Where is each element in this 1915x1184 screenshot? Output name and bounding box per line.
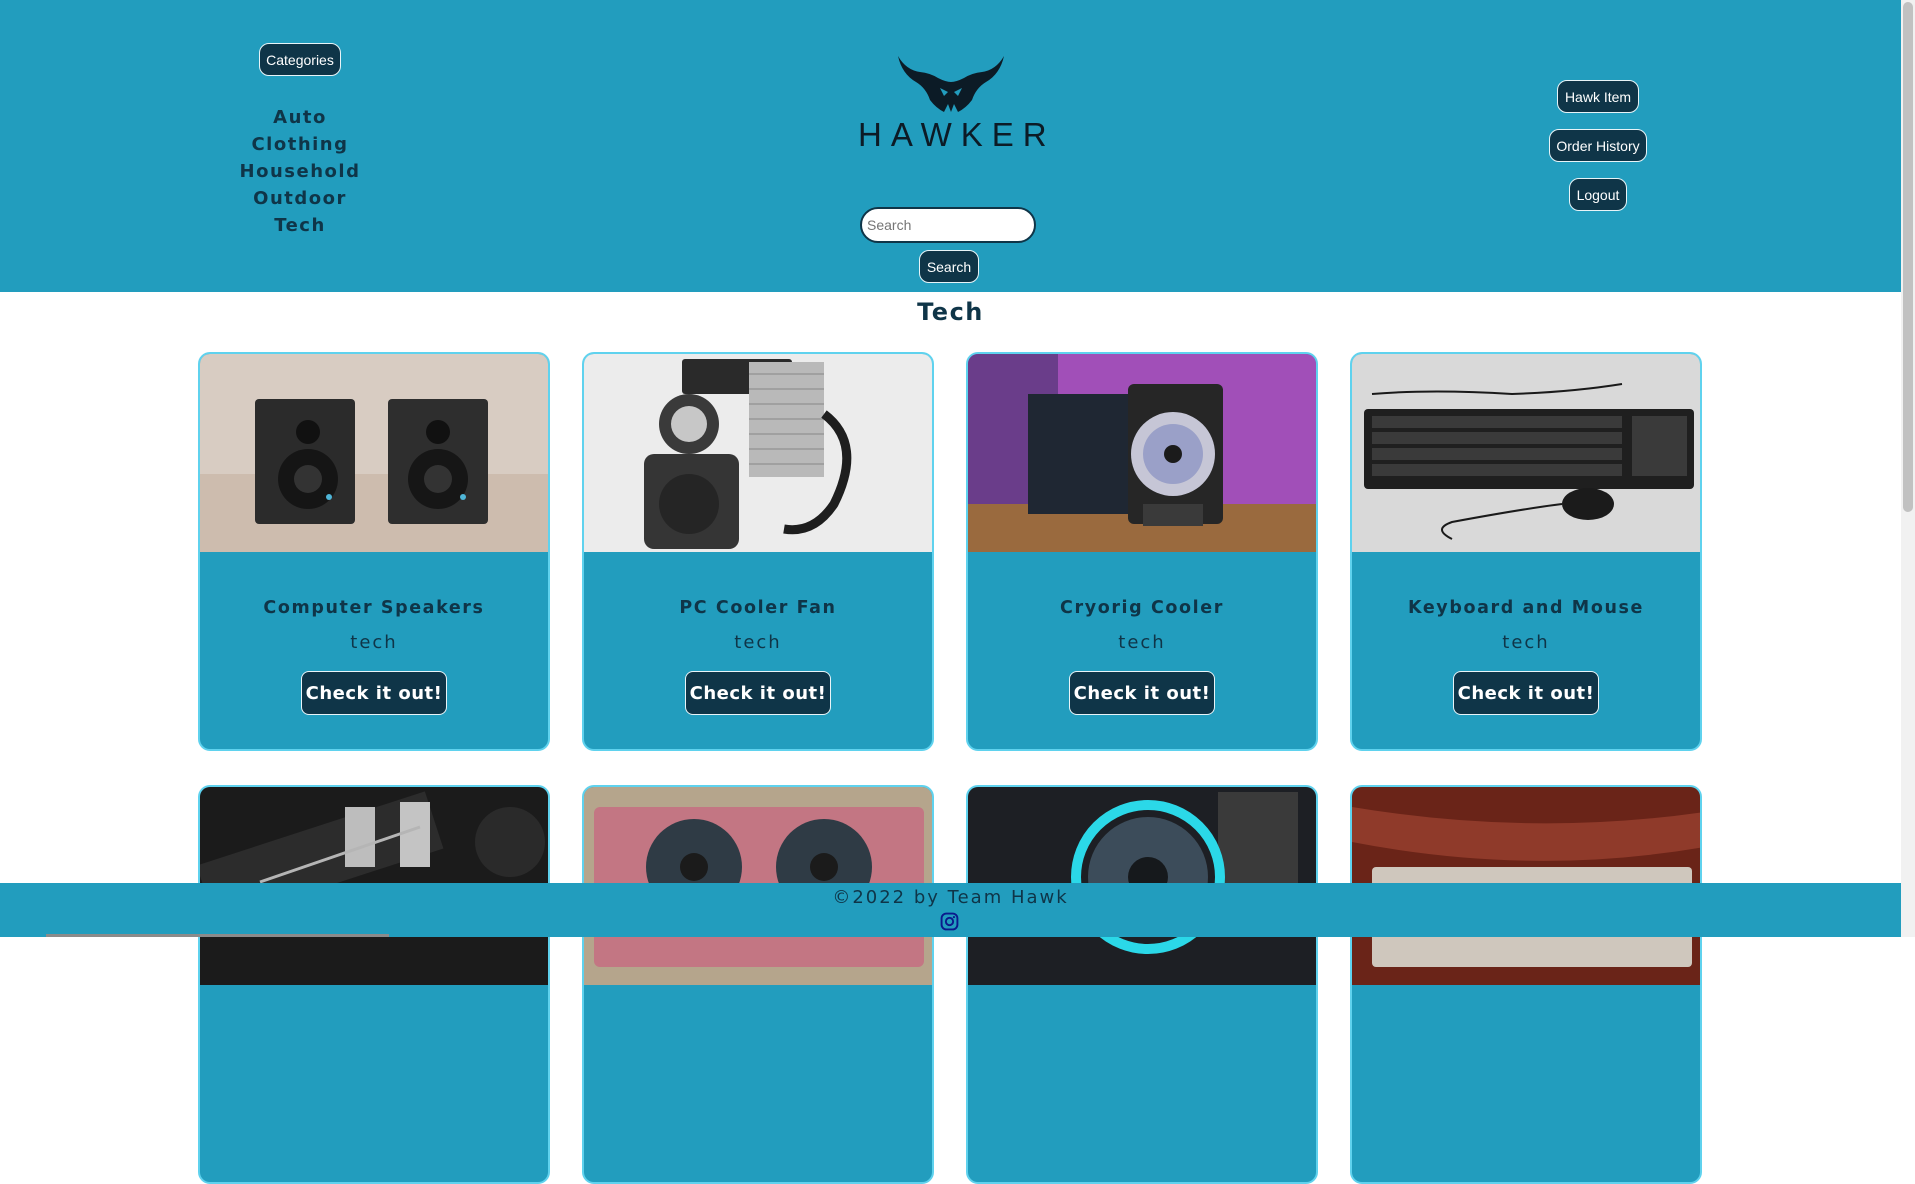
product-card: Computer Speakers tech Check it out! — [198, 352, 550, 751]
logout-button[interactable]: Logout — [1569, 178, 1627, 211]
product-image-keyboard-mouse[interactable] — [1352, 354, 1700, 552]
instagram-icon[interactable] — [940, 912, 959, 931]
product-image-speakers[interactable] — [200, 354, 548, 552]
check-it-out-button[interactable]: Check it out! — [1453, 671, 1599, 715]
product-category: tech — [734, 632, 782, 653]
search-button[interactable]: Search — [919, 250, 979, 283]
check-it-out-button[interactable]: Check it out! — [1069, 671, 1215, 715]
page-title: Tech — [917, 298, 984, 326]
category-link-outdoor[interactable]: Outdoor — [230, 185, 370, 212]
site-footer: ©2022 by Team Hawk — [0, 883, 1901, 937]
scrollbar-thumb[interactable] — [1903, 2, 1913, 512]
hawk-item-button[interactable]: Hawk Item — [1557, 80, 1639, 113]
product-category: tech — [1502, 632, 1550, 653]
check-it-out-button[interactable]: Check it out! — [685, 671, 831, 715]
category-link-auto[interactable]: Auto — [230, 104, 370, 131]
product-image-cryorig-cooler[interactable] — [968, 354, 1316, 552]
category-nav: Auto Clothing Household Outdoor Tech — [230, 104, 370, 239]
category-link-household[interactable]: Household — [230, 158, 370, 185]
order-history-button[interactable]: Order History — [1549, 129, 1647, 162]
product-title: Cryorig Cooler — [1060, 598, 1224, 618]
product-card — [1350, 785, 1702, 1184]
categories-button[interactable]: Categories — [259, 43, 341, 76]
site-header: Categories Auto Clothing Household Outdo… — [0, 0, 1901, 292]
logo-wordmark: HAWKER — [858, 116, 1056, 153]
product-card: Keyboard and Mouse tech Check it out! — [1350, 352, 1702, 751]
product-category: tech — [1118, 632, 1166, 653]
category-link-tech[interactable]: Tech — [230, 212, 370, 239]
product-card — [582, 785, 934, 1184]
product-card — [966, 785, 1318, 1184]
product-title: Keyboard and Mouse — [1407, 598, 1644, 618]
vertical-scrollbar[interactable] — [1901, 0, 1915, 937]
hawk-logo-icon — [898, 56, 1004, 112]
product-card: Cryorig Cooler tech Check it out! — [966, 352, 1318, 751]
hawker-logo[interactable]: HAWKER — [858, 52, 1056, 153]
product-category: tech — [350, 632, 398, 653]
product-title: Computer Speakers — [263, 598, 485, 618]
product-image-pc-cooler-fan[interactable] — [584, 354, 932, 552]
search-input[interactable] — [860, 207, 1036, 243]
category-link-clothing[interactable]: Clothing — [230, 131, 370, 158]
product-card — [198, 785, 550, 1184]
product-title: PC Cooler Fan — [679, 598, 837, 618]
check-it-out-button[interactable]: Check it out! — [301, 671, 447, 715]
product-card: PC Cooler Fan tech Check it out! — [582, 352, 934, 751]
copyright-text: ©2022 by Team Hawk — [832, 887, 1069, 908]
